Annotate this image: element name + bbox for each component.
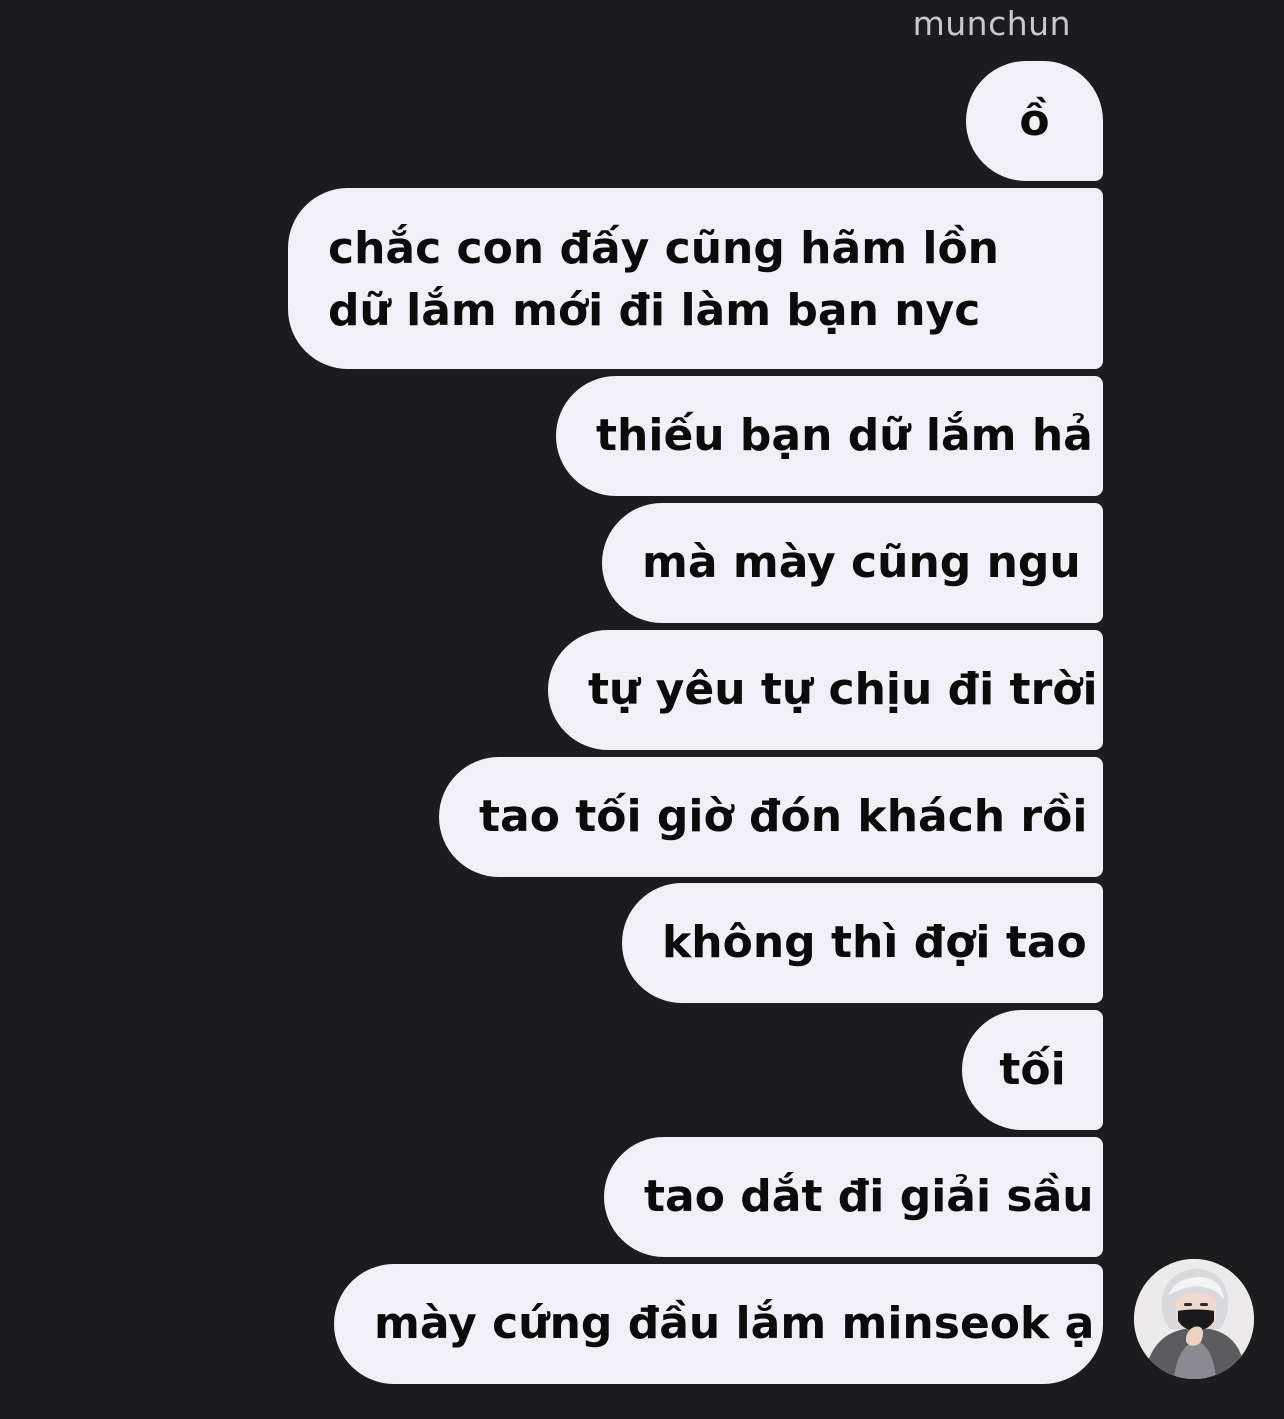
avatar[interactable] [1134,1259,1254,1379]
message-text: tao dắt đi giải sầu [644,1171,1094,1222]
message-bubble[interactable]: ồ [966,61,1103,181]
message-bubble[interactable]: chắc con đấy cũng hãm lồn dữ lắm mới đi … [288,188,1103,369]
message-bubble[interactable]: tao tối giờ đón khách rồi [439,757,1103,877]
message-text: tự yêu tự chịu đi trời [588,664,1098,715]
message-text: chắc con đấy cũng hãm lồn dữ lắm mới đi … [328,223,999,336]
message-bubble[interactable]: mà mày cũng ngu [602,503,1103,623]
message-text: không thì đợi tao [662,917,1087,968]
chat-thread: munchun ồ chắc con đấy cũng hãm lồn dữ l… [0,0,1284,1419]
message-bubble[interactable]: mày cứng đầu lắm minseok ạ [334,1264,1103,1384]
message-bubble[interactable]: không thì đợi tao [622,883,1103,1003]
message-bubble[interactable]: tự yêu tự chịu đi trời [548,630,1103,750]
message-text: tao tối giờ đón khách rồi [479,791,1088,842]
message-text: mà mày cũng ngu [642,537,1081,588]
message-bubble[interactable]: thiếu bạn dữ lắm hả [556,376,1103,496]
message-bubble[interactable]: tối [962,1010,1103,1130]
message-text: ồ [1019,95,1050,146]
avatar-image [1134,1259,1254,1379]
message-text: mày cứng đầu lắm minseok ạ [374,1298,1095,1349]
message-bubble[interactable]: tao dắt đi giải sầu [604,1137,1103,1257]
sender-name: munchun [912,4,1071,43]
message-text: tối [999,1044,1066,1095]
message-text: thiếu bạn dữ lắm hả [596,410,1093,461]
